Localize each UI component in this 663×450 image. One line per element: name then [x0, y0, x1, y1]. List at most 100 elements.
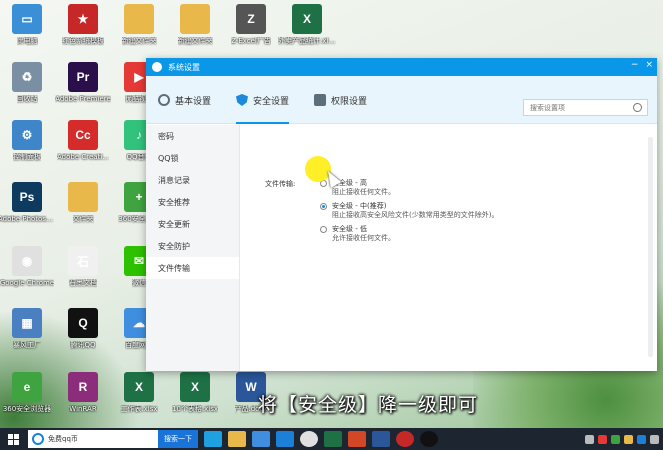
system-tray	[585, 434, 663, 444]
desktop-icon[interactable]: 新建文件夹	[166, 4, 224, 46]
desktop-icon-label: 文件夹	[72, 215, 94, 223]
tab-security-settings[interactable]: 安全设置	[236, 85, 290, 124]
desktop-icon-label: 此电脑	[16, 37, 38, 45]
tab-label: 安全设置	[253, 96, 290, 107]
tray-app-icon[interactable]	[611, 434, 620, 444]
shield-icon	[236, 94, 248, 106]
desktop-icon[interactable]: X 外卖产品统计.xlsx	[278, 4, 336, 46]
desktop-icon-label: 360安全浏览器	[2, 405, 52, 413]
desktop-icon-label: 外卖产品统计.xlsx	[278, 37, 336, 45]
settings-search-input[interactable]	[530, 103, 630, 112]
app-icon	[180, 4, 210, 34]
desktop-icon[interactable]: Z Z-Excel广告	[222, 4, 280, 46]
desktop-icon-label: 暴风工厂	[13, 341, 41, 349]
taskbar: 搜索一下	[0, 428, 663, 450]
sidebar-item-security-recommend[interactable]: 安全推荐	[146, 191, 239, 213]
app-icon: ⚙	[12, 120, 42, 150]
option-desc: 阻止接收任何文件。	[332, 188, 395, 196]
taskbar-powerpoint-icon[interactable]	[348, 431, 366, 447]
tray-app-icon[interactable]	[637, 434, 646, 444]
taskbar-baidu-icon[interactable]	[252, 431, 270, 447]
app-icon: ♻	[12, 62, 42, 92]
taskbar-record-icon[interactable]	[396, 431, 414, 447]
tray-app-icon[interactable]	[624, 434, 633, 444]
desktop-icon[interactable]: Cc Adobe Creati...	[54, 120, 112, 162]
settings-window: 系统设置 − × 基本设置 安全设置 权限设置 密码 QQ锁 消息记录 安全推荐…	[146, 58, 657, 371]
taskbar-folder-icon[interactable]	[228, 431, 246, 447]
desktop-icon[interactable]: Q 腾讯QQ	[54, 308, 112, 350]
desktop-icon-label: 回收站	[16, 95, 38, 103]
app-icon: ★	[68, 4, 98, 34]
app-icon: R	[68, 372, 98, 402]
taskbar-qq-icon[interactable]	[420, 431, 438, 447]
desktop-icon[interactable]: Pr Adobe Premiere	[54, 62, 112, 104]
desktop-icon-label: 腾讯QQ	[70, 341, 96, 349]
desktop-icon-label: Adobe Premiere	[55, 95, 111, 103]
sidebar-item-file-transfer[interactable]: 文件传输	[146, 257, 239, 279]
app-icon: 石	[68, 246, 98, 276]
desktop-icon[interactable]: ▦ 暴风工厂	[0, 308, 56, 350]
taskbar-search-button[interactable]: 搜索一下	[158, 430, 198, 448]
desktop-icon[interactable]: ★ 红色系统模板	[54, 4, 112, 46]
sidebar-item-security-protection[interactable]: 安全防护	[146, 235, 239, 257]
desktop-icon[interactable]: Ps Adobe Photosh...	[0, 182, 56, 224]
sidebar-item-password[interactable]: 密码	[146, 125, 239, 147]
tab-basic-settings[interactable]: 基本设置	[158, 85, 211, 115]
desktop-icon-label: 石墨文档	[69, 279, 97, 287]
desktop-icon[interactable]: ◉ Google Chrome	[0, 246, 56, 288]
windows-logo-icon	[7, 433, 19, 445]
radio-medium[interactable]	[320, 203, 327, 210]
window-titlebar[interactable]: 系统设置 − ×	[146, 58, 657, 76]
tray-app-icon[interactable]	[598, 434, 607, 444]
taskbar-chrome-icon[interactable]	[300, 431, 318, 447]
keyboard-icon[interactable]	[585, 434, 594, 444]
desktop-icon[interactable]: ⚙ 控制面板	[0, 120, 56, 162]
sidebar-item-qq-lock[interactable]: QQ锁	[146, 147, 239, 169]
minimize-button[interactable]: −	[631, 60, 639, 70]
search-icon[interactable]	[633, 103, 642, 112]
taskbar-search-input[interactable]	[48, 435, 138, 443]
sidebar-item-message-history[interactable]: 消息记录	[146, 169, 239, 191]
option-title: 安全级 - 中(推荐)	[332, 202, 387, 210]
desktop-icon-label: 微信	[132, 279, 146, 287]
taskbar-ie-icon[interactable]	[204, 431, 222, 447]
taskbar-search: 搜索一下	[28, 430, 198, 448]
taskbar-excel-icon[interactable]	[324, 431, 342, 447]
settings-content: 文件传输: 安全级 - 高 阻止接收任何文件。 安全级 - 中(推荐) 阻止接收…	[240, 125, 657, 371]
settings-tabs: 基本设置 安全设置 权限设置	[146, 76, 657, 124]
security-level-medium-option[interactable]: 安全级 - 中(推荐) 阻止接收高安全风险文件(少数常用类型的文件除外)。	[320, 202, 498, 220]
volume-icon[interactable]	[650, 434, 659, 444]
desktop-icon[interactable]: ▭ 此电脑	[0, 4, 56, 46]
close-button[interactable]: ×	[645, 60, 653, 70]
content-scrollbar[interactable]	[648, 137, 653, 357]
desktop-icon-label: Adobe Creati...	[57, 153, 109, 161]
browser-e-icon	[32, 433, 44, 445]
app-icon: Pr	[68, 62, 98, 92]
desktop-icon[interactable]: ♻ 回收站	[0, 62, 56, 104]
desktop-icon[interactable]: X 工作表.xlsx	[110, 372, 168, 414]
security-level-low-option[interactable]: 安全级 - 低 允许接收任何文件。	[320, 225, 395, 243]
lock-icon	[314, 94, 326, 106]
radio-low[interactable]	[320, 226, 327, 233]
file-transfer-label: 文件传输:	[265, 180, 296, 188]
gear-icon	[158, 94, 170, 106]
desktop-icon[interactable]: e 360安全浏览器	[0, 372, 56, 414]
start-button[interactable]	[0, 428, 26, 450]
desktop-icon-label: 新建文件夹	[177, 37, 213, 45]
taskbar-360-browser-icon[interactable]	[276, 431, 294, 447]
taskbar-word-icon[interactable]	[372, 431, 390, 447]
app-icon: ▭	[12, 4, 42, 34]
desktop-icon[interactable]: 石石墨文档	[54, 246, 112, 288]
video-subtitle: 将【安全级】降一级即可	[258, 394, 479, 416]
desktop-icon[interactable]: X 10个表格.xlsx	[166, 372, 224, 414]
tab-permission-settings[interactable]: 权限设置	[314, 85, 367, 115]
app-icon: Cc	[68, 120, 98, 150]
desktop-icon[interactable]: R WinRAR	[54, 372, 112, 414]
app-icon: Q	[68, 308, 98, 338]
app-icon: ◉	[12, 246, 42, 276]
app-icon: X	[292, 4, 322, 34]
desktop-icon[interactable]: 文件夹	[54, 182, 112, 224]
desktop-icon[interactable]: 新建文件夹	[110, 4, 168, 46]
sidebar-item-security-update[interactable]: 安全更新	[146, 213, 239, 235]
qq-penguin-icon	[152, 62, 162, 72]
